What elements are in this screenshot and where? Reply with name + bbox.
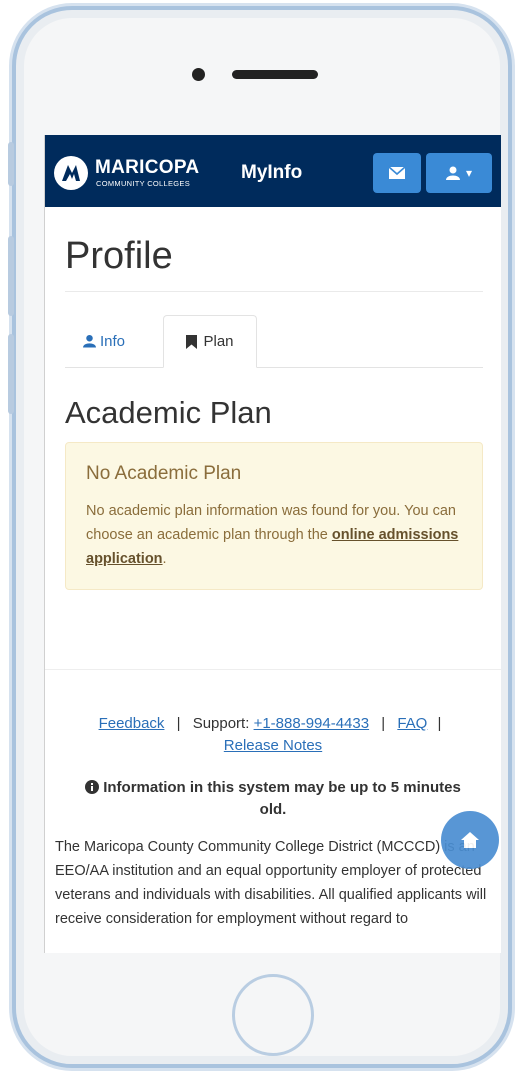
separator: | [176,715,181,732]
maricopa-logo-icon[interactable] [53,155,89,191]
separator: | [437,715,442,732]
alert-body: No academic plan information was found f… [86,499,472,571]
home-icon [461,832,479,848]
page-title: Profile [65,235,173,277]
faq-link[interactable]: FAQ [397,715,427,732]
phone-side-button [8,142,14,186]
messages-button[interactable] [373,153,421,193]
user-icon [83,334,96,348]
support-label: Support: [192,715,250,732]
tab-plan[interactable]: Plan [163,315,257,368]
profile-tabs: Info Plan [65,315,483,368]
brand-subtitle: COMMUNITY COLLEGES [96,179,191,188]
divider [65,291,483,292]
separator: | [381,715,386,732]
eeo-statement: The Maricopa County Community College Di… [55,839,487,927]
top-navbar: MARICOPA COMMUNITY COLLEGES MyInfo ▾ [45,135,501,207]
bookmark-icon [186,334,198,349]
footer-links: Feedback | Support: +1-888-994-4433 | FA… [55,713,491,757]
tab-info-label: Info [100,332,126,350]
envelope-icon [389,167,405,179]
brand-name: MARICOPA [95,157,200,178]
user-menu-button[interactable]: ▾ [426,153,492,193]
chevron-down-icon: ▾ [465,166,473,180]
section-title: Academic Plan [65,395,272,430]
alert-title: No Academic Plan [86,463,242,484]
data-freshness-notice: Information in this system may be up to … [75,777,471,821]
back-to-home-button[interactable] [441,811,499,869]
app-title[interactable]: MyInfo [241,162,302,184]
app-screen: MARICOPA COMMUNITY COLLEGES MyInfo ▾ Pro… [44,135,501,953]
phone-home-button[interactable] [232,974,314,1056]
feedback-link[interactable]: Feedback [99,715,165,732]
tab-plan-label: Plan [203,333,234,350]
info-circle-icon [85,780,100,794]
tab-info[interactable]: Info [83,315,125,367]
phone-camera [192,68,205,81]
alert-body-end: . [162,551,167,567]
notice-text: Information in this system may be up to … [103,779,461,818]
phone-volume-down [8,334,14,414]
no-plan-alert: No Academic Plan No academic plan inform… [65,442,483,590]
phone-speaker [232,70,318,79]
user-icon [445,166,460,180]
support-phone-link[interactable]: +1-888-994-4433 [254,715,370,732]
release-notes-link[interactable]: Release Notes [224,737,322,754]
footer-divider [45,669,501,670]
phone-volume-up [8,236,14,316]
